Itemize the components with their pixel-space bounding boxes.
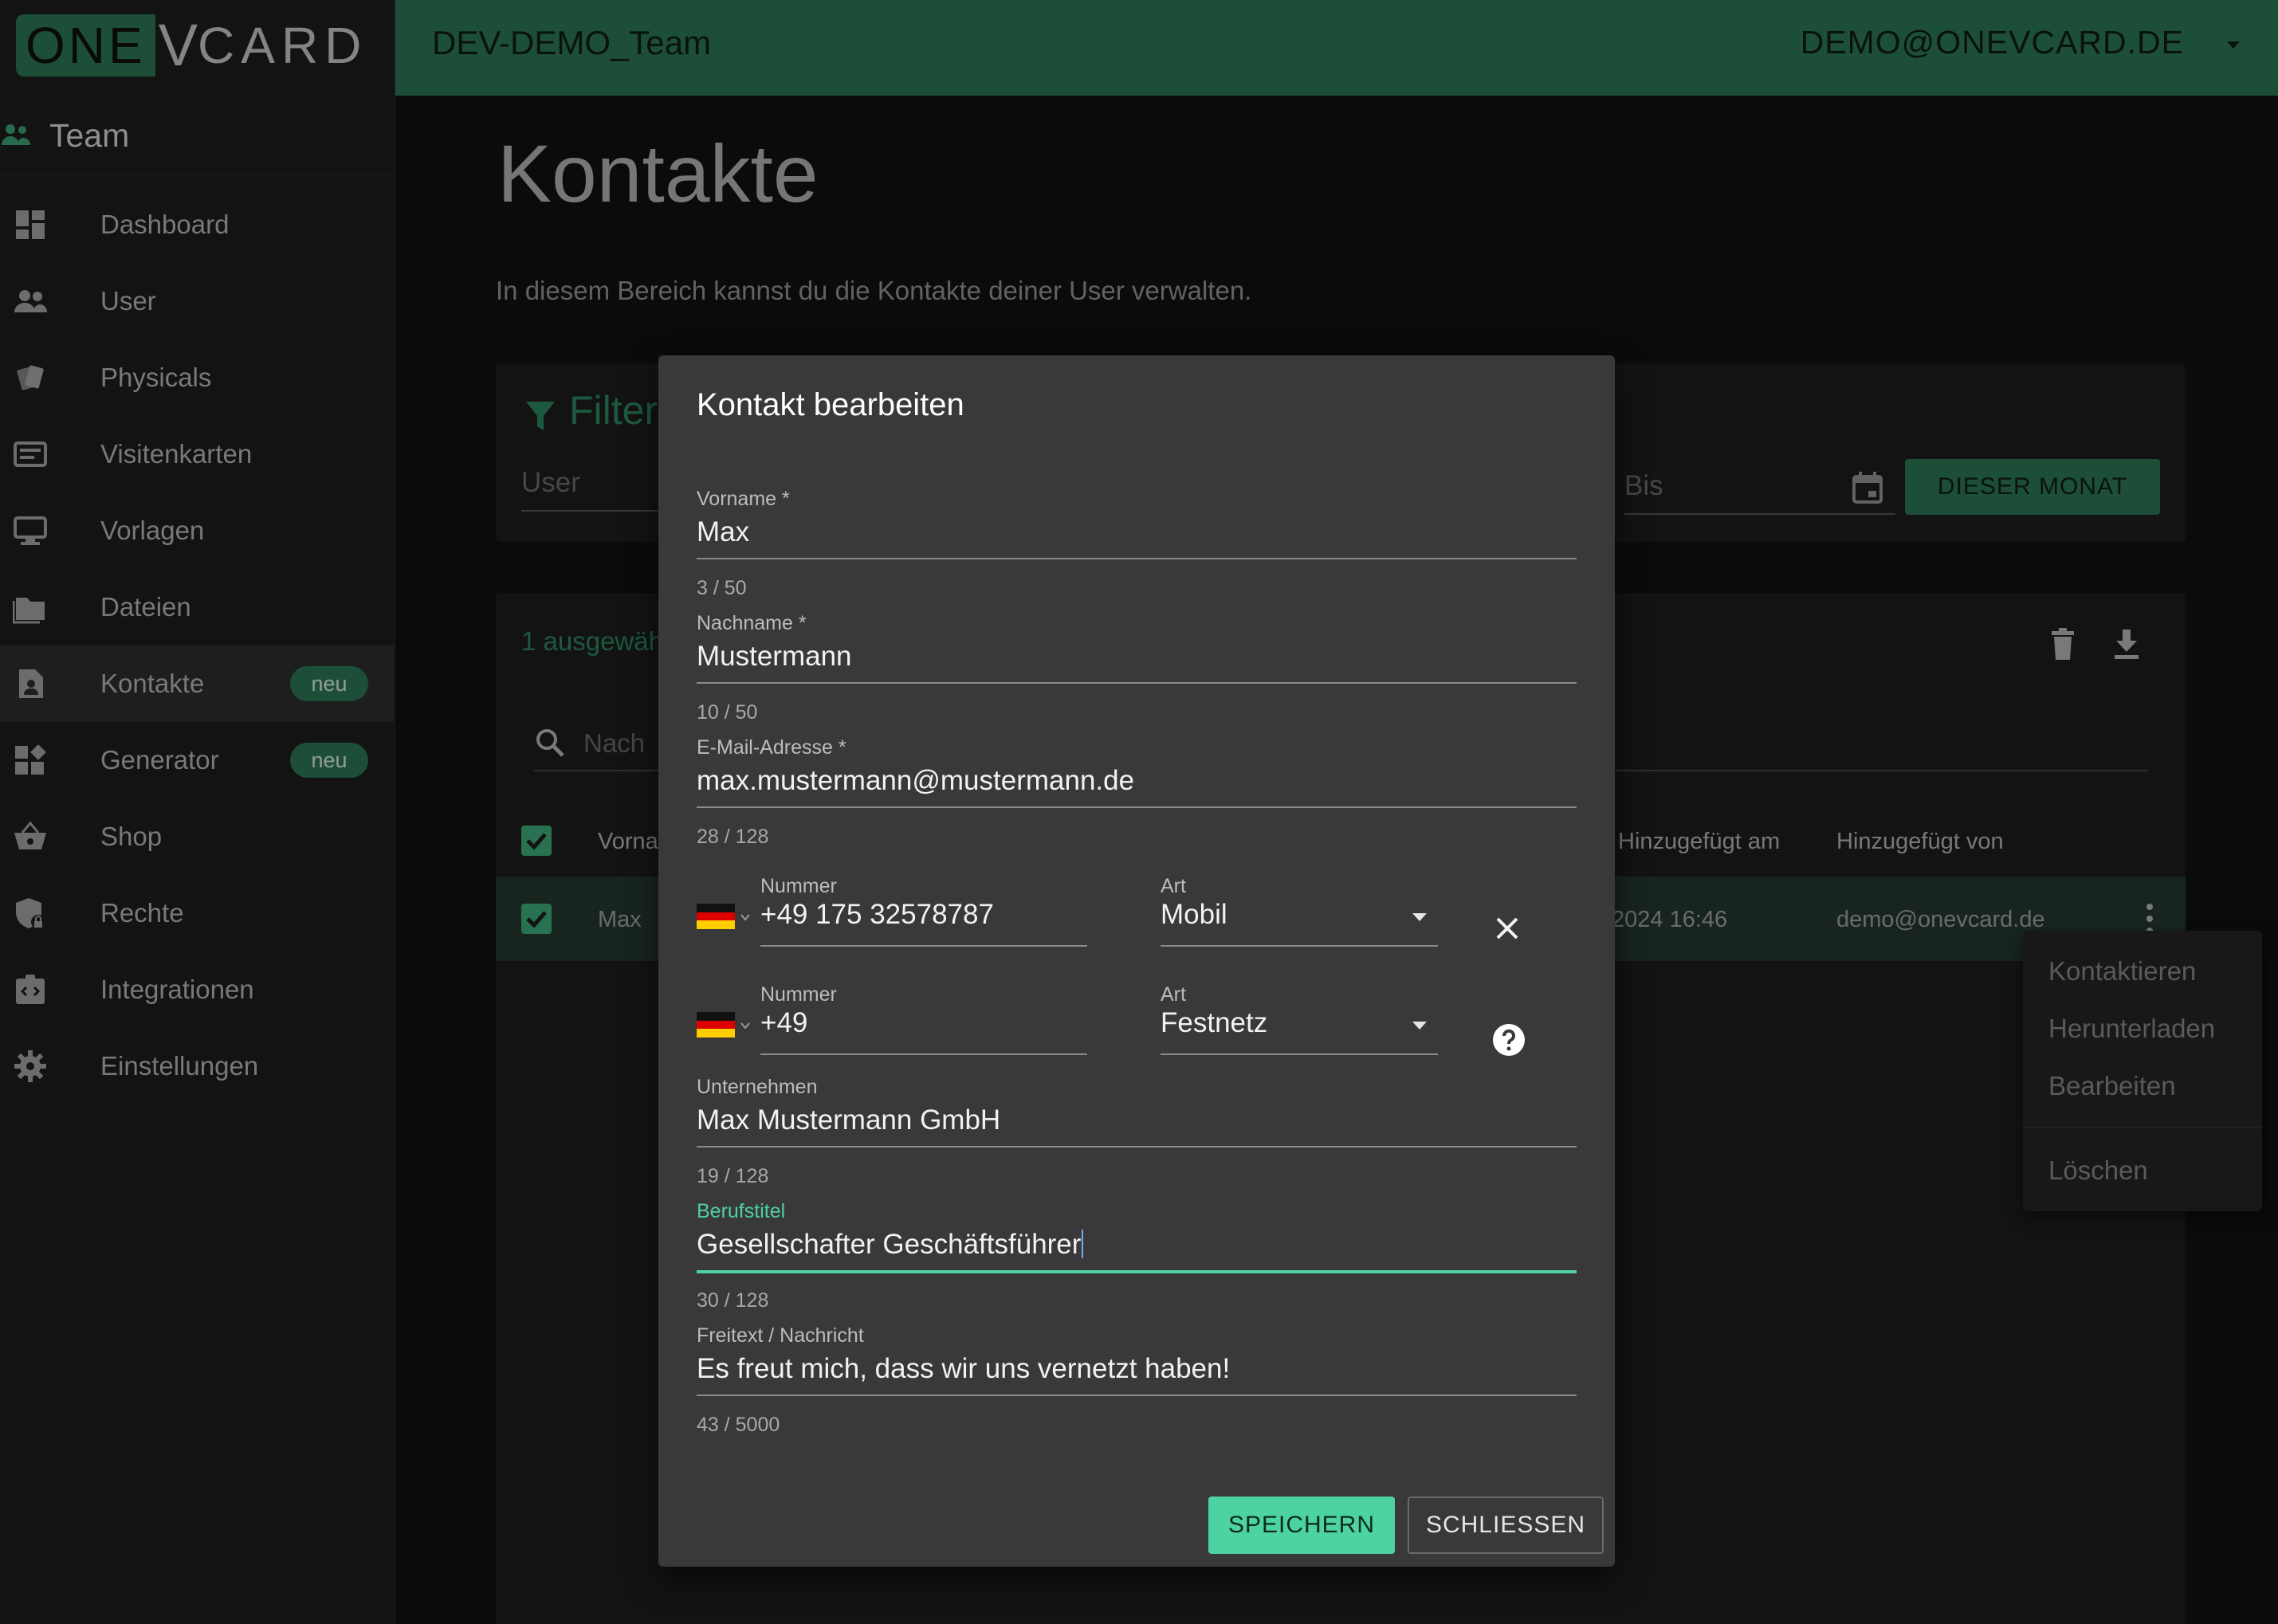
field-underline xyxy=(760,1053,1087,1055)
char-counter: 3 / 50 xyxy=(697,577,747,599)
field-label: Berufstitel xyxy=(697,1200,786,1222)
field-underline xyxy=(697,682,1577,684)
field-underline xyxy=(697,1270,1577,1273)
char-counter: 28 / 128 xyxy=(697,826,769,848)
field-label: Vorname * xyxy=(697,488,790,510)
company-input[interactable]: Max Mustermann GmbH xyxy=(697,1104,1000,1136)
job-title-input[interactable]: Gesellschafter Geschäftsführer xyxy=(697,1229,1084,1261)
help-icon[interactable] xyxy=(1492,1023,1526,1057)
char-counter: 30 / 128 xyxy=(697,1289,769,1312)
text-cursor xyxy=(1082,1230,1084,1258)
phone-type-value[interactable]: Mobil xyxy=(1161,899,1227,931)
phone-number-input[interactable]: +49 xyxy=(760,1007,807,1039)
first-name-input[interactable]: Max xyxy=(697,516,749,548)
field-underline xyxy=(1161,1053,1438,1055)
field-underline xyxy=(697,1395,1577,1396)
field-underline xyxy=(760,945,1087,947)
field-label: Unternehmen xyxy=(697,1076,818,1098)
email-input[interactable]: max.mustermann@mustermann.de xyxy=(697,765,1134,797)
field-label: E-Mail-Adresse * xyxy=(697,736,846,759)
edit-contact-dialog: Kontakt bearbeiten Vorname * Max 3 / 50 … xyxy=(658,355,1615,1567)
field-underline xyxy=(697,806,1577,808)
phone-type-select[interactable]: Art Mobil xyxy=(1161,875,1438,948)
dropdown-arrow-icon[interactable] xyxy=(1411,912,1428,923)
chevron-down-icon[interactable] xyxy=(740,1022,751,1030)
phone-number-field[interactable]: Nummer +49 xyxy=(760,983,1087,1057)
germany-flag-icon[interactable] xyxy=(697,1012,735,1038)
char-counter: 19 / 128 xyxy=(697,1165,769,1187)
field-label: Nummer xyxy=(760,875,837,897)
field-label: Nachname * xyxy=(697,612,807,634)
save-button[interactable]: SPEICHERN xyxy=(1208,1497,1395,1554)
field-label: Art xyxy=(1161,983,1186,1006)
close-button[interactable]: SCHLIESSEN xyxy=(1408,1497,1604,1554)
germany-flag-icon[interactable] xyxy=(697,904,735,929)
char-counter: 10 / 50 xyxy=(697,701,758,724)
close-icon[interactable] xyxy=(1495,916,1519,940)
phone-type-value[interactable]: Festnetz xyxy=(1161,1007,1267,1039)
chevron-down-icon[interactable] xyxy=(740,913,751,921)
job-title-text: Gesellschafter Geschäftsführer xyxy=(697,1229,1082,1260)
phone-row: Nummer +49 Art Festnetz xyxy=(697,983,1577,1071)
phone-type-select[interactable]: Art Festnetz xyxy=(1161,983,1438,1057)
phone-number-input[interactable]: +49 175 32578787 xyxy=(760,899,994,931)
field-label: Nummer xyxy=(760,983,837,1006)
phone-number-field[interactable]: Nummer +49 175 32578787 xyxy=(760,875,1087,948)
field-label: Art xyxy=(1161,875,1186,897)
phone-row: Nummer +49 175 32578787 Art Mobil xyxy=(697,875,1577,963)
field-underline xyxy=(697,1146,1577,1147)
char-counter: 43 / 5000 xyxy=(697,1414,780,1436)
message-input[interactable]: Es freut mich, dass wir uns vernetzt hab… xyxy=(697,1353,1230,1385)
dialog-title: Kontakt bearbeiten xyxy=(697,387,964,422)
last-name-input[interactable]: Mustermann xyxy=(697,641,852,673)
field-underline xyxy=(1161,945,1438,947)
field-label: Freitext / Nachricht xyxy=(697,1324,864,1347)
field-underline xyxy=(697,558,1577,559)
dropdown-arrow-icon[interactable] xyxy=(1411,1020,1428,1031)
